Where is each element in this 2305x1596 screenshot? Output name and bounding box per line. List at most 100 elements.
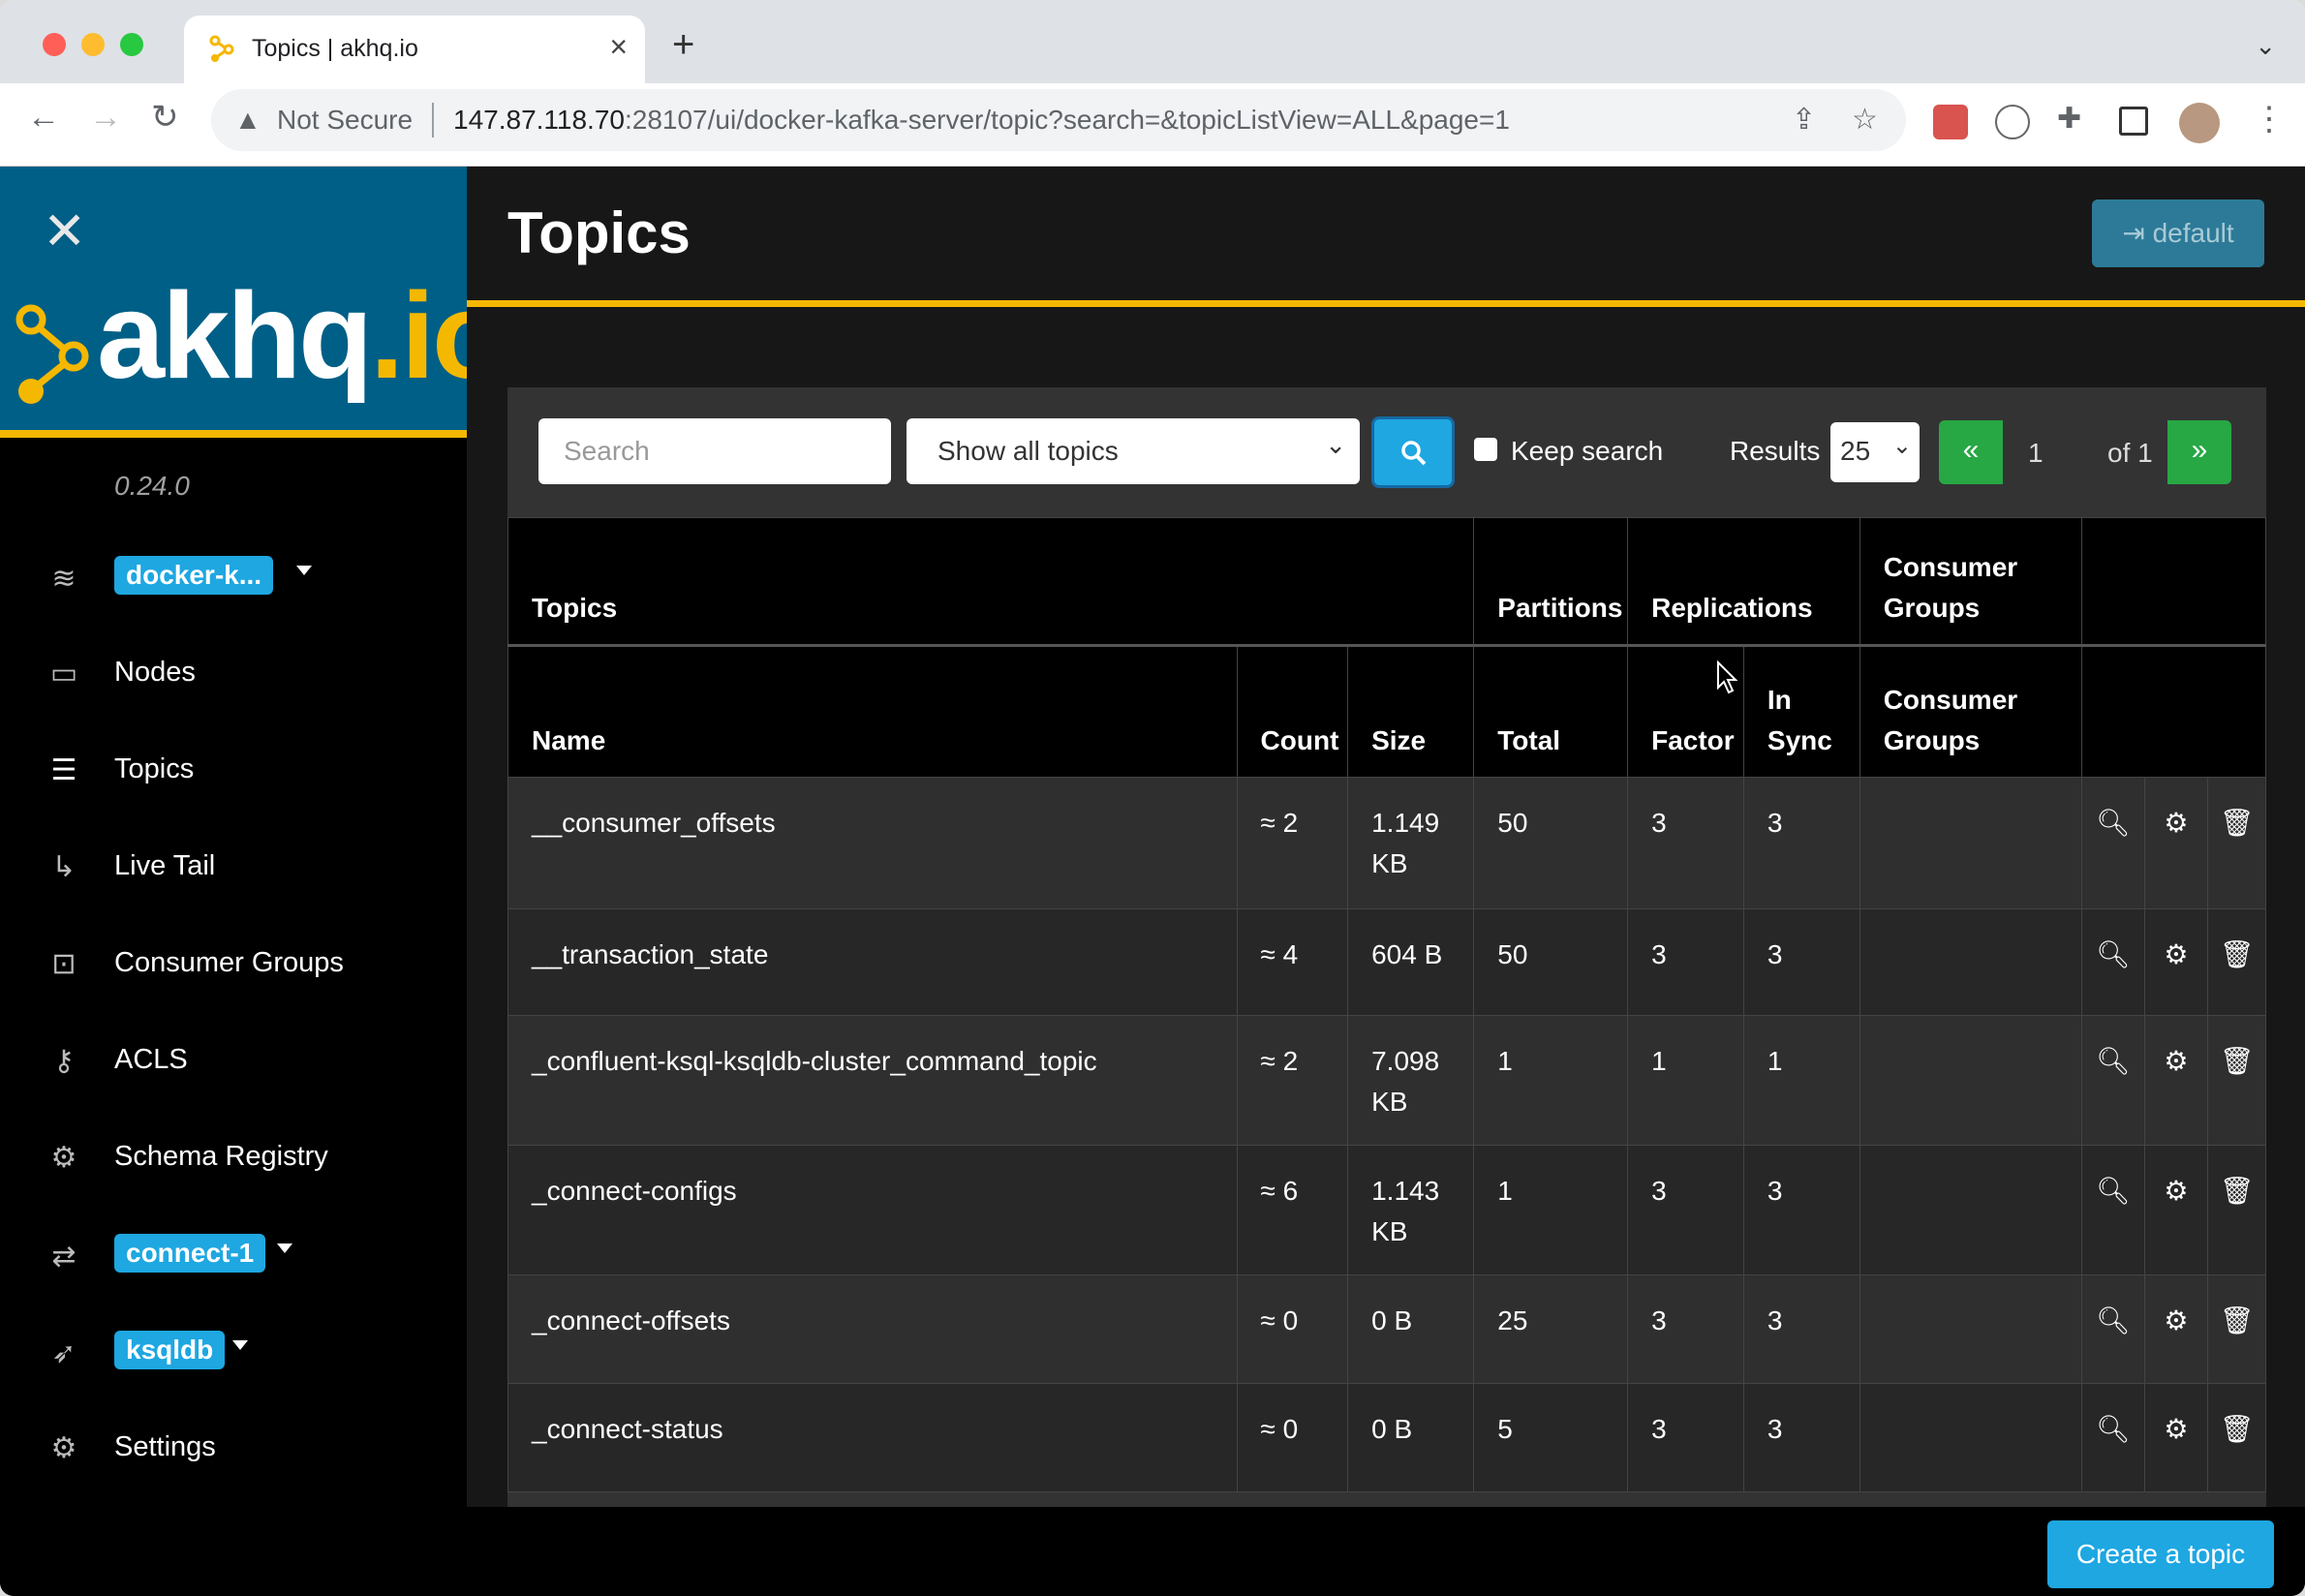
replication-in-sync: 3 bbox=[1742, 1383, 1860, 1492]
delete-topic-icon[interactable]: 🗑︎ bbox=[2207, 1015, 2266, 1146]
rocket-icon: ➶ bbox=[51, 1337, 77, 1369]
view-topic-icon[interactable]: 🔍︎ bbox=[2080, 1274, 2145, 1384]
search-button[interactable] bbox=[1371, 416, 1455, 488]
share-icon[interactable]: ⇪ bbox=[1792, 103, 1816, 137]
reload-icon[interactable]: ↻ bbox=[151, 101, 179, 134]
address-bar[interactable]: ▲ Not Secure 147.87.118.70:28107/ui/dock… bbox=[211, 89, 1906, 151]
column-header-consumer-groups[interactable]: Consumer Groups bbox=[1859, 645, 2082, 778]
sidebar-item-label: Schema Registry bbox=[114, 1141, 328, 1172]
keep-search-checkbox[interactable] bbox=[1474, 438, 1497, 461]
sidebar-item-ksqldb[interactable]: ➶ ksqldb bbox=[0, 1319, 467, 1387]
login-button[interactable]: ⇥ default bbox=[2092, 200, 2264, 267]
table-row[interactable]: _connect-offsets ≈ 0 0 B 25 3 3 🔍︎ ⚙ 🗑︎ bbox=[507, 1274, 2266, 1384]
column-header-name[interactable]: Name bbox=[507, 645, 1238, 778]
sidebar-item-cluster[interactable]: ≋ docker-k... bbox=[0, 544, 467, 612]
keep-search-label: Keep search bbox=[1511, 436, 1664, 466]
table-row[interactable]: __transaction_state ≈ 4 604 B 50 3 3 🔍︎ … bbox=[507, 908, 2266, 1016]
column-header-in-sync[interactable]: In Sync bbox=[1742, 645, 1860, 778]
side-panel-icon[interactable] bbox=[2119, 107, 2148, 136]
topic-name[interactable]: __transaction_state bbox=[507, 908, 1238, 1016]
replication-in-sync: 3 bbox=[1742, 777, 1860, 909]
extension-rm-icon[interactable] bbox=[1995, 105, 2030, 139]
sidebar-item-live-tail[interactable]: ↳ Live Tail bbox=[0, 833, 467, 901]
view-topic-icon[interactable]: 🔍︎ bbox=[2080, 1383, 2145, 1492]
search-input[interactable]: Search bbox=[538, 418, 891, 484]
tab-search-chevron-icon[interactable]: ⌄ bbox=[2255, 31, 2276, 61]
minimize-window-button[interactable] bbox=[81, 33, 105, 56]
delete-topic-icon[interactable]: 🗑︎ bbox=[2207, 1145, 2266, 1275]
footer-bar: Create a topic bbox=[0, 1507, 2305, 1596]
configure-topic-icon[interactable]: ⚙ bbox=[2143, 1383, 2209, 1492]
menu-kebab-icon[interactable]: ⋮ bbox=[2253, 103, 2286, 136]
profile-avatar[interactable] bbox=[2179, 103, 2220, 143]
delete-topic-icon[interactable]: 🗑︎ bbox=[2207, 1274, 2266, 1384]
sidebar-item-topics[interactable]: ☰ Topics bbox=[0, 736, 467, 804]
list-icon: ☰ bbox=[50, 754, 77, 786]
configure-topic-icon[interactable]: ⚙ bbox=[2143, 1274, 2209, 1384]
extensions-puzzle-icon[interactable]: ✚ bbox=[2057, 105, 2081, 134]
forward-icon[interactable]: → bbox=[89, 101, 122, 134]
sidebar-item-consumer-groups[interactable]: ⊡ Consumer Groups bbox=[0, 930, 467, 998]
results-value: 25 bbox=[1840, 436, 1871, 466]
view-topic-icon[interactable]: 🔍︎ bbox=[2080, 908, 2145, 1016]
column-header-total[interactable]: Total bbox=[1473, 645, 1629, 778]
configure-topic-icon[interactable]: ⚙ bbox=[2143, 1145, 2209, 1275]
bookmark-star-icon[interactable]: ☆ bbox=[1852, 103, 1878, 137]
configure-topic-icon[interactable]: ⚙ bbox=[2143, 777, 2209, 909]
cluster-badge: docker-k... bbox=[114, 556, 274, 595]
configure-topic-icon[interactable]: ⚙ bbox=[2143, 1015, 2209, 1146]
new-tab-icon[interactable]: + bbox=[672, 25, 694, 64]
sidebar-item-acls[interactable]: ⚷ ACLS bbox=[0, 1027, 467, 1094]
configure-topic-icon[interactable]: ⚙ bbox=[2143, 908, 2209, 1016]
topic-name[interactable]: _connect-status bbox=[507, 1383, 1238, 1492]
caret-down-icon bbox=[277, 1243, 292, 1253]
topic-view-select[interactable]: Show all topics ⌄ bbox=[907, 418, 1360, 484]
table-row[interactable]: __consumer_offsets ≈ 2 1.149 KB 50 3 3 🔍… bbox=[507, 777, 2266, 909]
topic-name[interactable]: __consumer_offsets bbox=[507, 777, 1238, 909]
table-row[interactable]: _confluent-ksql-ksqldb-cluster_command_t… bbox=[507, 1015, 2266, 1146]
column-header-size[interactable]: Size bbox=[1347, 645, 1475, 778]
delete-topic-icon[interactable]: 🗑︎ bbox=[2207, 908, 2266, 1016]
replication-factor: 3 bbox=[1627, 1383, 1744, 1492]
browser-tab[interactable]: Topics | akhq.io × bbox=[184, 15, 645, 83]
consumer-groups bbox=[1859, 908, 2082, 1016]
delete-topic-icon[interactable]: 🗑︎ bbox=[2207, 1383, 2266, 1492]
topic-name[interactable]: _confluent-ksql-ksqldb-cluster_command_t… bbox=[507, 1015, 1238, 1146]
column-header-count[interactable]: Count bbox=[1236, 645, 1349, 778]
sidebar-item-settings[interactable]: ⚙ Settings bbox=[0, 1414, 467, 1482]
view-topic-icon[interactable]: 🔍︎ bbox=[2080, 1015, 2145, 1146]
sidebar-close-icon[interactable]: ✕ bbox=[43, 205, 86, 258]
sidebar-item-label: Live Tail bbox=[114, 850, 216, 881]
partitions-total: 5 bbox=[1473, 1383, 1629, 1492]
page-title: Topics bbox=[507, 200, 691, 265]
extension-red-icon[interactable] bbox=[1933, 105, 1968, 139]
maximize-window-button[interactable] bbox=[120, 33, 143, 56]
topic-name[interactable]: _connect-offsets bbox=[507, 1274, 1238, 1384]
group-header-topics: Topics bbox=[507, 517, 1475, 647]
sidebar-item-label: Consumer Groups bbox=[114, 947, 344, 978]
page-indicator: 1 of 1 bbox=[2003, 420, 2167, 484]
back-icon[interactable]: ← bbox=[27, 101, 60, 134]
view-topic-icon[interactable]: 🔍︎ bbox=[2080, 777, 2145, 909]
sidebar-item-label: Nodes bbox=[114, 657, 196, 688]
sidebar-item-connect[interactable]: ⇄ connect-1 bbox=[0, 1222, 467, 1290]
topic-name[interactable]: _connect-configs bbox=[507, 1145, 1238, 1275]
gear-icon: ⚙ bbox=[50, 1432, 77, 1464]
close-window-button[interactable] bbox=[43, 33, 66, 56]
create-topic-button[interactable]: Create a topic bbox=[2047, 1520, 2274, 1588]
replication-factor: 3 bbox=[1627, 1145, 1744, 1275]
prev-page-button[interactable]: « bbox=[1939, 420, 2003, 484]
url-text[interactable]: 147.87.118.70:28107/ui/docker-kafka-serv… bbox=[453, 105, 1510, 136]
tab-title: Topics | akhq.io bbox=[252, 35, 418, 62]
results-per-page-select[interactable]: 25 ⌄ bbox=[1830, 422, 1920, 482]
sidebar-item-nodes[interactable]: ▭ Nodes bbox=[0, 639, 467, 707]
table-row[interactable]: _connect-configs ≈ 6 1.143 KB 1 3 3 🔍︎ ⚙… bbox=[507, 1145, 2266, 1275]
caret-down-icon bbox=[296, 566, 312, 575]
view-topic-icon[interactable]: 🔍︎ bbox=[2080, 1145, 2145, 1275]
table-row[interactable]: _connect-status ≈ 0 0 B 5 3 3 🔍︎ ⚙ 🗑︎ bbox=[507, 1383, 2266, 1492]
sidebar-item-schema-registry[interactable]: ⚙ Schema Registry bbox=[0, 1123, 467, 1191]
delete-topic-icon[interactable]: 🗑︎ bbox=[2207, 777, 2266, 909]
tab-close-icon[interactable]: × bbox=[609, 29, 628, 65]
object-group-icon: ⊡ bbox=[51, 948, 77, 980]
next-page-button[interactable]: » bbox=[2167, 420, 2231, 484]
